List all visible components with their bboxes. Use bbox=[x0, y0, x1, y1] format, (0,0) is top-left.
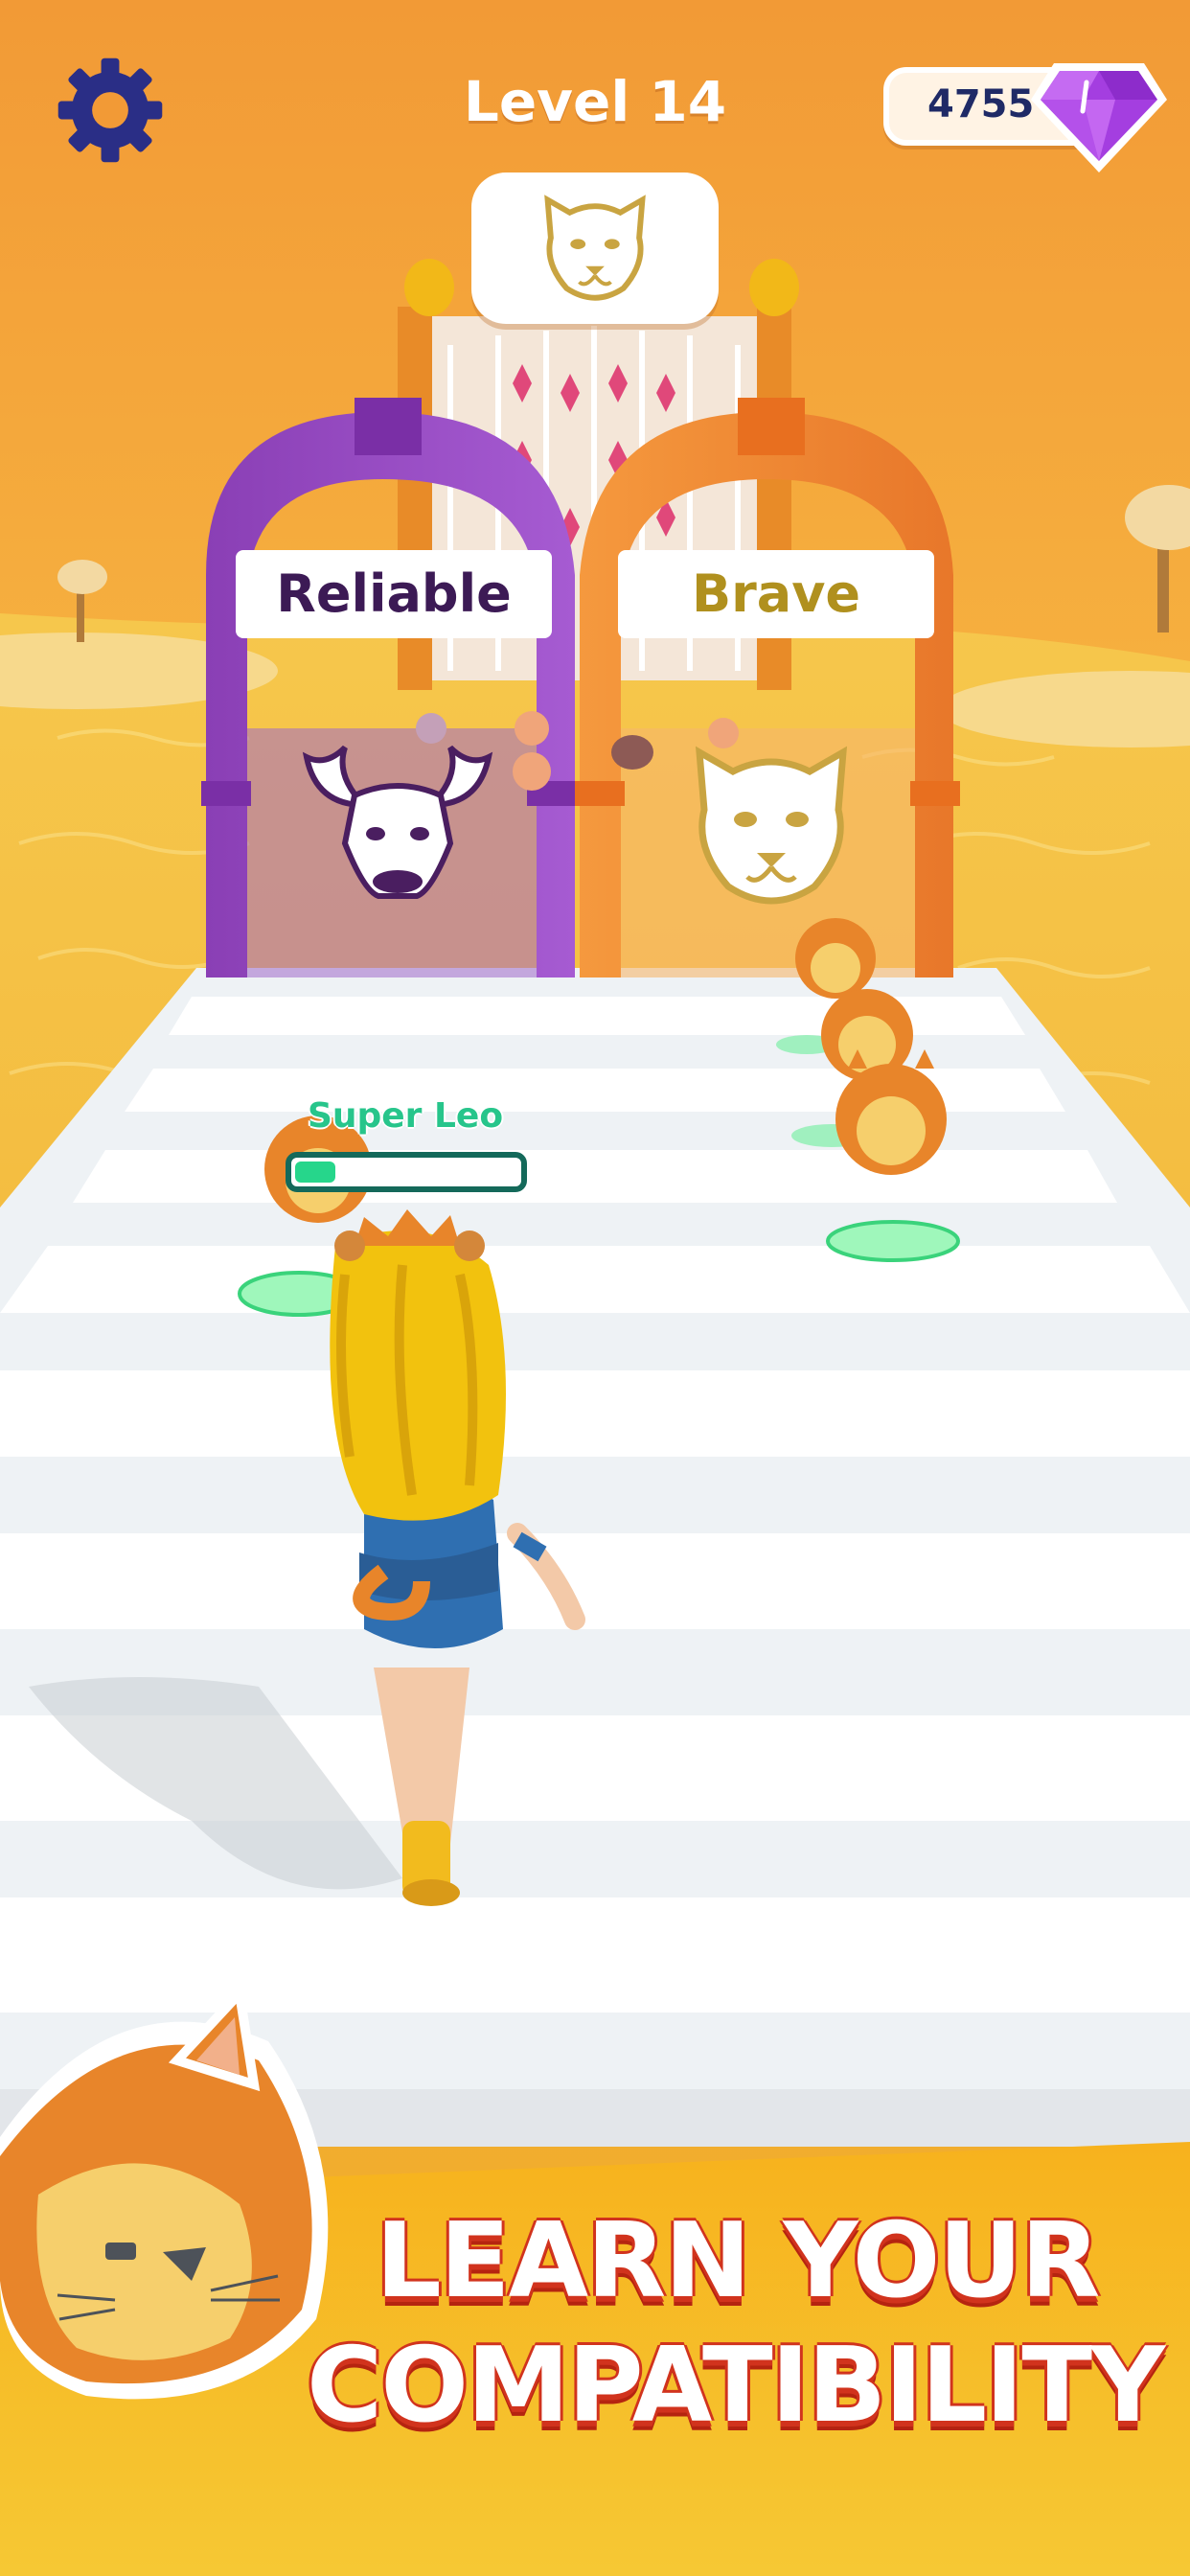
cheetah-face-icon bbox=[544, 195, 646, 301]
gate-right-label: Brave bbox=[618, 550, 934, 638]
cheetah-face-icon bbox=[695, 746, 848, 905]
promo-headline: LEARN YOUR COMPATIBILITY bbox=[287, 2201, 1165, 2446]
power-progress-bar bbox=[286, 1152, 527, 1192]
target-trait-card bbox=[471, 172, 719, 324]
power-label: Super Leo bbox=[307, 1096, 504, 1136]
settings-button[interactable] bbox=[54, 54, 167, 167]
power-progress-fill bbox=[295, 1162, 335, 1183]
promo-line-1: LEARN YOUR bbox=[376, 2201, 1100, 2321]
level-title: Level 14 bbox=[463, 69, 727, 134]
game-scene bbox=[0, 0, 1190, 2576]
purple-diamond-icon bbox=[1031, 63, 1167, 172]
promo-line-2: COMPATIBILITY bbox=[307, 2326, 1165, 2446]
gate-left-label: Reliable bbox=[236, 550, 552, 638]
gem-count: 4755 bbox=[927, 82, 1035, 126]
gear-icon bbox=[57, 58, 163, 163]
